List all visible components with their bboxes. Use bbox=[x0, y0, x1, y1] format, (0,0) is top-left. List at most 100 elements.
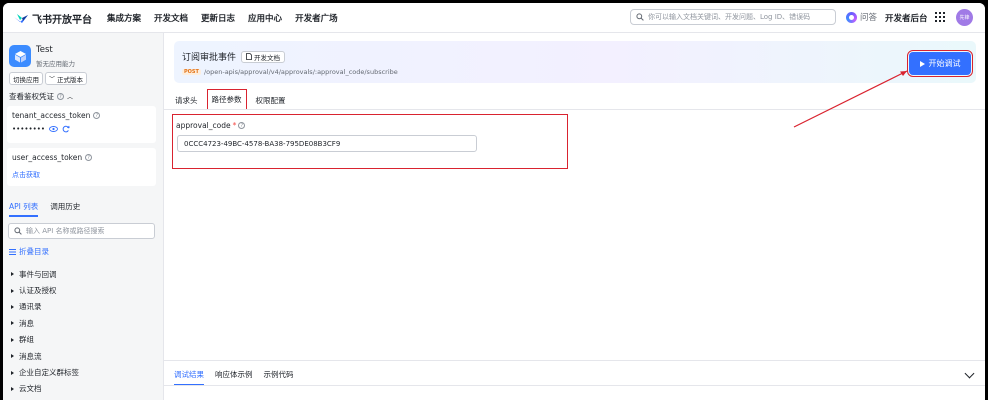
help-icon[interactable]: ? bbox=[93, 112, 101, 119]
tree-item-group-tags[interactable]: 企业自定义群标签 bbox=[11, 364, 79, 380]
nav-link-app-center[interactable]: 应用中心 bbox=[248, 12, 282, 24]
start-debug-label: 开始调试 bbox=[928, 59, 961, 68]
chevron-down-icon[interactable] bbox=[964, 368, 975, 379]
caret-right-icon bbox=[11, 288, 14, 293]
start-debug-button[interactable]: 开始调试 bbox=[907, 50, 973, 77]
open-doc-button[interactable]: 开发文档 bbox=[241, 50, 286, 63]
tenant-token-card: tenant_access_token ? •••••••• bbox=[7, 106, 156, 143]
list-icon bbox=[9, 248, 16, 255]
nav-links: 集成方案 开发文档 更新日志 应用中心 开发者广场 bbox=[107, 12, 338, 24]
caret-right-icon bbox=[11, 386, 14, 391]
version-label: 正式版本 bbox=[57, 75, 84, 84]
main-panel: 订阅审批事件 开发文档 POST /open-apis/approval/v4/… bbox=[164, 33, 985, 400]
tree-item-label: 事件与回调 bbox=[19, 269, 57, 279]
cube-icon bbox=[14, 50, 26, 62]
param-label: approval_code * ? bbox=[176, 121, 246, 130]
tree-item-label: 认证及授权 bbox=[19, 286, 57, 296]
search-icon bbox=[14, 227, 22, 235]
caret-right-icon bbox=[11, 272, 14, 277]
sidebar-tabs: API 列表 调用历史 bbox=[9, 201, 80, 217]
tab-debug-result[interactable]: 调试结果 bbox=[174, 369, 204, 386]
api-search-placeholder: 输入 API 名称或路径搜索 bbox=[26, 227, 105, 235]
tab-api-list[interactable]: API 列表 bbox=[9, 201, 39, 217]
eye-icon[interactable] bbox=[49, 126, 58, 132]
api-header-banner: 订阅审批事件 开发文档 POST /open-apis/approval/v4/… bbox=[174, 41, 976, 83]
top-nav: 飞书开放平台 集成方案 开发文档 更新日志 应用中心 开发者广场 你可以输入文档… bbox=[3, 3, 985, 33]
tenant-token-value: •••••••• bbox=[12, 125, 46, 133]
get-user-token-link[interactable]: 点击获取 bbox=[12, 170, 40, 180]
app-description: 暂无应用能力 bbox=[36, 60, 75, 68]
api-category-tree: 事件与回调 认证及授权 通讯录 消息 群组 消息流 企业自定义群标签 云文档 日… bbox=[11, 266, 79, 400]
document-icon bbox=[246, 53, 252, 60]
tree-item-label: 消息流 bbox=[19, 351, 42, 361]
tree-item-label: 云文档 bbox=[19, 384, 42, 394]
tab-response-example[interactable]: 响应体示例 bbox=[215, 369, 253, 380]
http-method-badge: POST bbox=[182, 69, 201, 75]
ai-assistant-icon bbox=[846, 11, 857, 23]
collapse-tree-button[interactable]: 折叠目录 bbox=[9, 246, 49, 257]
ask-button[interactable]: 问答 bbox=[846, 11, 877, 23]
request-tabs: 请求头 路径参数 权限配置 bbox=[175, 89, 295, 110]
nav-link-changelog[interactable]: 更新日志 bbox=[201, 12, 235, 24]
brand-name: 飞书开放平台 bbox=[32, 15, 92, 26]
tab-call-history[interactable]: 调用历史 bbox=[50, 201, 80, 212]
nav-link-dev-square[interactable]: 开发者广场 bbox=[295, 12, 338, 24]
tree-item-auth[interactable]: 认证及授权 bbox=[11, 282, 79, 298]
credentials-toggle[interactable]: 查看鉴权凭证 ? ︿ bbox=[9, 91, 73, 102]
version-select[interactable]: ﹀ 正式版本 bbox=[45, 72, 88, 85]
app-name: Test bbox=[36, 45, 53, 55]
tenant-token-label: tenant_access_token bbox=[12, 111, 91, 120]
tree-item-feed[interactable]: 消息流 bbox=[11, 348, 79, 364]
help-icon[interactable]: ? bbox=[85, 154, 93, 161]
nav-link-docs[interactable]: 开发文档 bbox=[154, 12, 188, 24]
user-token-label: user_access_token bbox=[12, 153, 83, 162]
tree-item-contacts[interactable]: 通讯录 bbox=[11, 299, 79, 315]
tab-path-params[interactable]: 路径参数 bbox=[206, 89, 247, 110]
tab-headers[interactable]: 请求头 bbox=[175, 94, 202, 106]
user-avatar[interactable]: 先锋 bbox=[956, 9, 973, 26]
play-icon bbox=[919, 60, 925, 67]
chevron-up-icon: ︿ bbox=[67, 94, 74, 101]
ask-label: 问答 bbox=[860, 13, 878, 23]
nav-link-solutions[interactable]: 集成方案 bbox=[107, 12, 141, 24]
search-placeholder: 你可以输入文档关键词、开发问题、Log ID、错误码 bbox=[648, 13, 811, 21]
approval-code-input[interactable]: 0CCC4723-49BC-4578-BA38-795DE08B3CF9 bbox=[177, 135, 477, 152]
tree-item-label: 消息 bbox=[19, 318, 34, 328]
app-grid-icon[interactable] bbox=[935, 12, 945, 22]
tree-item-events[interactable]: 事件与回调 bbox=[11, 266, 79, 282]
collapse-label: 折叠目录 bbox=[19, 247, 49, 256]
help-icon[interactable]: ? bbox=[238, 122, 246, 129]
sidebar: Test 暂无应用能力 切换应用 ﹀ 正式版本 查看鉴权凭证 ? ︿ tenan… bbox=[3, 33, 164, 400]
tree-item-label: 企业自定义群标签 bbox=[19, 368, 79, 378]
tree-item-messages[interactable]: 消息 bbox=[11, 315, 79, 331]
tab-permissions[interactable]: 权限配置 bbox=[252, 94, 290, 106]
tree-item-label: 群组 bbox=[19, 335, 34, 345]
help-icon[interactable]: ? bbox=[57, 93, 64, 100]
switch-app-button[interactable]: 切换应用 bbox=[9, 72, 43, 85]
global-search-input[interactable]: 你可以输入文档关键词、开发问题、Log ID、错误码 bbox=[630, 9, 836, 25]
caret-right-icon bbox=[11, 304, 14, 309]
tree-item-groups[interactable]: 群组 bbox=[11, 332, 79, 348]
credentials-title: 查看鉴权凭证 bbox=[9, 92, 54, 101]
caret-right-icon bbox=[11, 370, 14, 375]
result-tabs: 调试结果 响应体示例 示例代码 bbox=[174, 369, 294, 386]
feishu-logo-icon bbox=[14, 14, 28, 23]
api-path: /open-apis/approval/v4/approvals/:approv… bbox=[203, 68, 398, 76]
tab-sample-code[interactable]: 示例代码 bbox=[264, 369, 294, 380]
caret-right-icon bbox=[11, 321, 14, 326]
result-panel: 调试结果 响应体示例 示例代码 bbox=[164, 360, 985, 400]
tree-item-docs[interactable]: 云文档 bbox=[11, 381, 79, 397]
brand-logo[interactable]: 飞书开放平台 bbox=[13, 11, 92, 26]
caret-right-icon bbox=[11, 354, 14, 359]
dev-console-link[interactable]: 开发者后台 bbox=[885, 12, 928, 24]
required-marker: * bbox=[232, 121, 237, 130]
chevron-down-icon: ﹀ bbox=[49, 76, 56, 83]
refresh-icon[interactable] bbox=[62, 125, 70, 133]
app-window: 飞书开放平台 集成方案 开发文档 更新日志 应用中心 开发者广场 你可以输入文档… bbox=[3, 3, 985, 400]
doc-chip-label: 开发文档 bbox=[254, 53, 281, 62]
app-icon bbox=[9, 45, 31, 67]
switch-app-label: 切换应用 bbox=[13, 75, 39, 84]
tabs-divider bbox=[164, 109, 985, 110]
result-divider bbox=[164, 385, 985, 386]
api-search-input[interactable]: 输入 API 名称或路径搜索 bbox=[8, 223, 155, 239]
